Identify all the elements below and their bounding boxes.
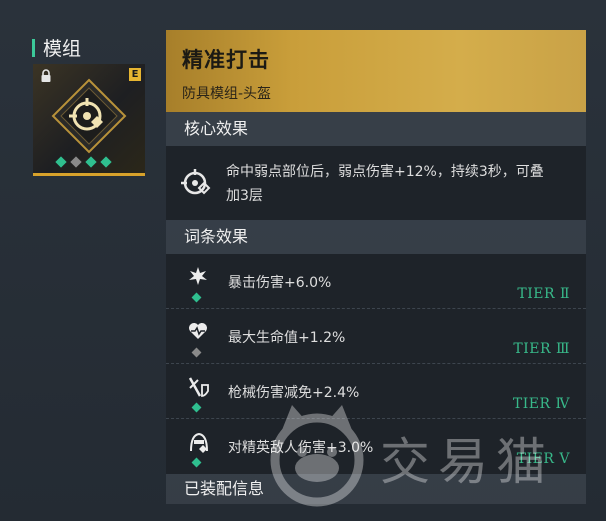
affix-label: 对精英敌人伤害+3.0%	[228, 440, 374, 456]
precision-target-icon	[180, 166, 214, 204]
grade-badge: E	[129, 68, 141, 81]
tier-dot	[85, 156, 97, 168]
module-section-title: 模组	[32, 34, 81, 61]
affix-tier-dot	[191, 457, 202, 468]
equipped-info-title: 已装配信息	[166, 474, 586, 504]
affix-row: 暴击伤害+6.0% TIER Ⅱ	[166, 254, 586, 309]
affix-tier: TIER Ⅴ	[516, 451, 570, 467]
affix-tier: TIER Ⅳ	[512, 396, 570, 412]
affix-tier-dot	[191, 292, 202, 303]
affix-label: 最大生命值+1.2%	[228, 330, 346, 346]
module-type: 防具模组-头盔	[182, 86, 272, 102]
affix-row: 枪械伤害减免+2.4% TIER Ⅳ	[166, 364, 586, 419]
module-section-label: 模组	[43, 38, 82, 60]
affix-list: 暴击伤害+6.0% TIER Ⅱ 最大生命值+1.2% TIER Ⅲ 枪械伤害减…	[166, 254, 586, 474]
affix-tier: TIER Ⅲ	[513, 341, 570, 357]
gun-shield-icon	[188, 376, 210, 402]
tier-dot	[55, 156, 67, 168]
affix-row: 最大生命值+1.2% TIER Ⅲ	[166, 309, 586, 364]
core-effect-title: 核心效果	[166, 112, 586, 146]
affix-row: 对精英敌人伤害+3.0% TIER Ⅴ	[166, 419, 586, 474]
module-card[interactable]: E	[33, 64, 145, 176]
affix-effect-title: 词条效果	[166, 220, 586, 254]
precision-strike-emblem-icon	[51, 78, 127, 158]
module-detail-panel: 精准打击 防具模组-头盔 核心效果 命中弱点部位后，弱点伤害+12%，持续3秒，…	[166, 30, 586, 521]
elite-enemy-icon	[188, 431, 210, 457]
module-header: 精准打击 防具模组-头盔	[166, 30, 586, 112]
title-accent-bar	[32, 38, 35, 57]
core-effect-description: 命中弱点部位后，弱点伤害+12%，持续3秒，可叠加3层	[226, 164, 544, 204]
tier-dot	[100, 156, 112, 168]
affix-tier: TIER Ⅱ	[517, 286, 570, 302]
module-tier-dots	[55, 156, 112, 168]
affix-label: 暴击伤害+6.0%	[228, 275, 332, 291]
module-name: 精准打击	[182, 48, 270, 72]
core-effect-box: 命中弱点部位后，弱点伤害+12%，持续3秒，可叠加3层	[166, 146, 586, 220]
affix-tier-dot	[191, 347, 202, 358]
heart-pulse-icon	[188, 321, 208, 345]
crit-burst-icon	[188, 266, 208, 290]
tier-dot	[70, 156, 82, 168]
affix-tier-dot	[191, 402, 202, 413]
affix-label: 枪械伤害减免+2.4%	[228, 385, 360, 401]
